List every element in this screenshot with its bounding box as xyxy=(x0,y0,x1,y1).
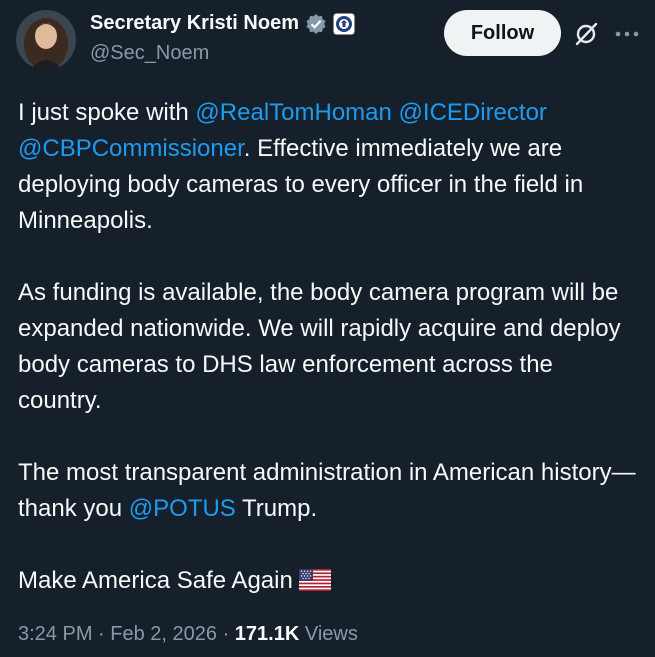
tweet-paragraph-3: The most transparent administration in A… xyxy=(18,455,643,527)
views-label[interactable]: Views xyxy=(299,623,358,645)
avatar-image xyxy=(16,10,76,70)
follow-button[interactable]: Follow xyxy=(444,10,561,56)
verified-badge-icon[interactable] xyxy=(305,13,327,35)
grok-icon[interactable] xyxy=(572,20,600,48)
tweet-paragraph-1: I just spoke with @RealTomHoman @ICEDire… xyxy=(18,95,643,239)
tweet-time[interactable]: 3:24 PM xyxy=(18,623,92,645)
text-segment: Trump. xyxy=(235,495,318,522)
mention-link-realtomhoman[interactable]: @RealTomHoman xyxy=(195,99,391,126)
name-row: Secretary Kristi Noem xyxy=(90,12,355,35)
meta-separator: · xyxy=(92,623,111,645)
us-flag-icon xyxy=(299,566,332,591)
text-segment: Make America Safe Again xyxy=(18,567,300,594)
meta-separator: · xyxy=(217,623,235,645)
tweet-date[interactable]: Feb 2, 2026 xyxy=(110,623,217,645)
dhs-seal-icon[interactable] xyxy=(333,13,355,35)
text-segment: The most transparent administration in A… xyxy=(18,459,636,522)
tweet-paragraph-4: Make America Safe Again xyxy=(18,563,643,599)
text-segment xyxy=(392,99,399,126)
tweet-meta: 3:24 PM · Feb 2, 2026 · 171.1K Views xyxy=(18,623,358,646)
mention-link-potus[interactable]: @POTUS xyxy=(129,495,236,522)
views-count[interactable]: 171.1K xyxy=(235,623,300,645)
text-segment: I just spoke with xyxy=(18,99,196,126)
more-dots-icon[interactable] xyxy=(614,24,640,44)
display-name[interactable]: Secretary Kristi Noem xyxy=(90,12,299,35)
tweet-text: I just spoke with @RealTomHoman @ICEDire… xyxy=(18,95,643,635)
avatar[interactable] xyxy=(16,10,76,70)
mention-link-cbpcommissioner[interactable]: @CBPCommissioner xyxy=(18,135,244,162)
mention-link-icedirector[interactable]: @ICEDirector xyxy=(399,99,547,126)
tweet-paragraph-2: As funding is available, the body camera… xyxy=(18,279,621,414)
tweet-header: Secretary Kristi Noem @Sec_Noem Follow xyxy=(0,0,655,80)
handle[interactable]: @Sec_Noem xyxy=(90,42,209,65)
